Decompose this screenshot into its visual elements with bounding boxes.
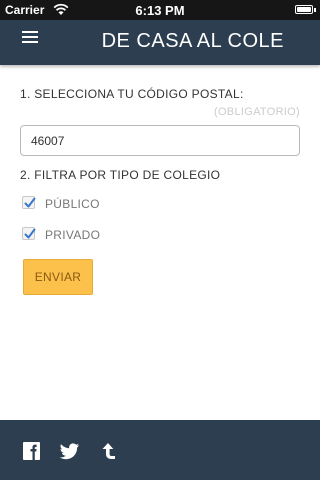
public-label: PÚBLICO (45, 197, 100, 211)
twitter-icon[interactable] (60, 442, 80, 460)
facebook-icon[interactable] (22, 442, 42, 460)
school-type-label: 2. FILTRA POR TIPO DE COLEGIO (20, 168, 221, 182)
battery-icon (295, 5, 316, 14)
status-bar: Carrier 6:13 PM (0, 0, 320, 20)
footer-bar (0, 420, 320, 480)
private-checkbox[interactable] (22, 227, 36, 240)
private-label: PRIVADO (45, 228, 101, 242)
app-title: DE CASA AL COLE (101, 30, 284, 52)
required-note: (OBLIGATORIO) (213, 106, 300, 118)
public-checkbox[interactable] (22, 196, 36, 209)
postal-code-input[interactable] (20, 125, 300, 156)
checkmark-icon (24, 228, 36, 239)
send-button[interactable]: ENVIAR (23, 259, 93, 295)
share-icon[interactable] (101, 442, 121, 460)
checkmark-icon (24, 197, 36, 208)
status-time: 6:13 PM (135, 3, 185, 18)
app-header: DE CASA AL COLE (0, 20, 320, 65)
postal-code-label: 1. SELECCIONA TU CÓDIGO POSTAL: (20, 87, 244, 101)
